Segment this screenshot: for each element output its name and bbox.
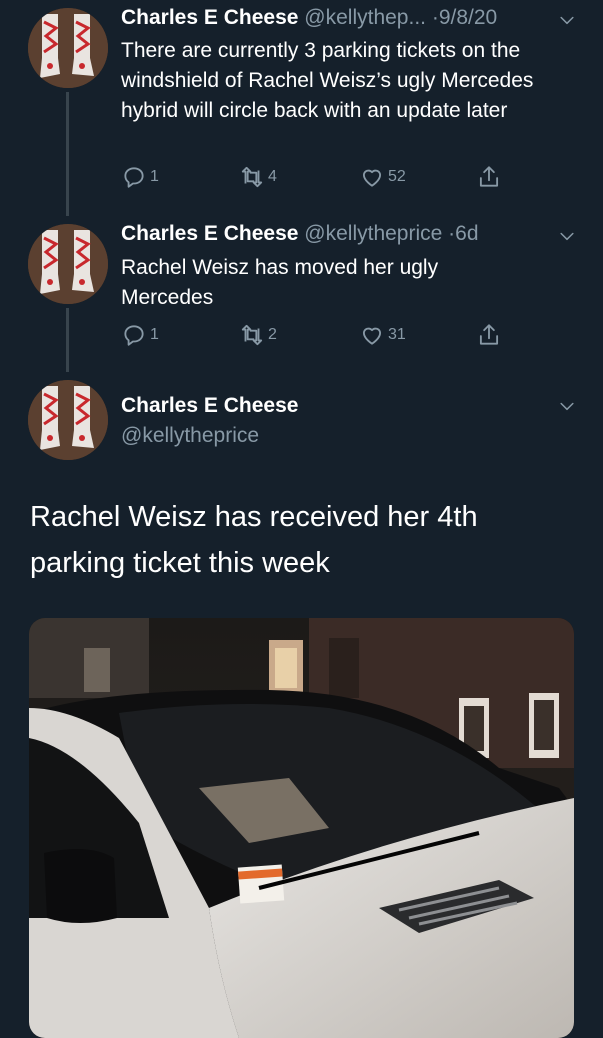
retweet-icon [239, 164, 265, 190]
tweet-actions: 1 4 52 [121, 164, 521, 194]
share-icon [476, 164, 502, 190]
reply-count: 1 [150, 326, 159, 343]
tweet-header: Charles E Cheese @kellythep... ·9/8/20 [121, 6, 497, 30]
user-handle[interactable]: @kellytheprice [304, 222, 442, 245]
heart-icon [359, 164, 385, 190]
heart-icon [359, 322, 385, 348]
like-count: 31 [388, 326, 406, 343]
tweet-text: Rachel Weisz has received her 4th parkin… [30, 501, 478, 579]
thread-line [66, 92, 69, 216]
tweet-text: Rachel Weisz has moved her ugly Mercedes [121, 256, 439, 309]
like-button[interactable]: 31 [359, 322, 406, 348]
timestamp[interactable]: ·6d [448, 222, 478, 245]
reply-button[interactable]: 1 [121, 164, 159, 190]
thread-line [66, 308, 69, 372]
display-name[interactable]: Charles E Cheese [121, 6, 298, 29]
chevron-down-icon[interactable] [557, 226, 577, 246]
tweet-2[interactable]: Charles E Cheese @kellytheprice ·6d Rach… [0, 212, 603, 372]
retweet-button[interactable]: 2 [239, 322, 277, 348]
timestamp[interactable]: ·9/8/20 [432, 6, 497, 29]
avatar[interactable] [28, 380, 108, 460]
display-name[interactable]: Charles E Cheese [121, 222, 298, 245]
car-photo [29, 618, 574, 1038]
tweet-1[interactable]: Charles E Cheese @kellythep... ·9/8/20 T… [0, 0, 603, 216]
tweet-actions: 1 2 31 [121, 322, 521, 352]
share-button[interactable] [476, 164, 505, 190]
like-button[interactable]: 52 [359, 164, 406, 190]
avatar[interactable] [28, 8, 108, 88]
retweet-button[interactable]: 4 [239, 164, 277, 190]
tweet-header: Charles E Cheese @kellytheprice ·6d [121, 222, 479, 246]
retweet-count: 2 [268, 326, 277, 343]
reply-count: 1 [150, 168, 159, 185]
reply-icon [121, 322, 147, 348]
tweet-text: There are currently 3 parking tickets on… [121, 39, 534, 122]
share-button[interactable] [476, 322, 505, 348]
chevron-down-icon[interactable] [557, 396, 577, 416]
reply-icon [121, 164, 147, 190]
user-handle[interactable]: @kellytheprice [121, 424, 259, 448]
tweet-photo[interactable] [29, 618, 574, 1038]
display-name[interactable]: Charles E Cheese [121, 394, 298, 418]
retweet-count: 4 [268, 168, 277, 185]
reply-button[interactable]: 1 [121, 322, 159, 348]
retweet-icon [239, 322, 265, 348]
avatar[interactable] [28, 224, 108, 304]
like-count: 52 [388, 168, 406, 185]
chevron-down-icon[interactable] [557, 10, 577, 30]
user-handle[interactable]: @kellythep... [304, 6, 426, 29]
share-icon [476, 322, 502, 348]
